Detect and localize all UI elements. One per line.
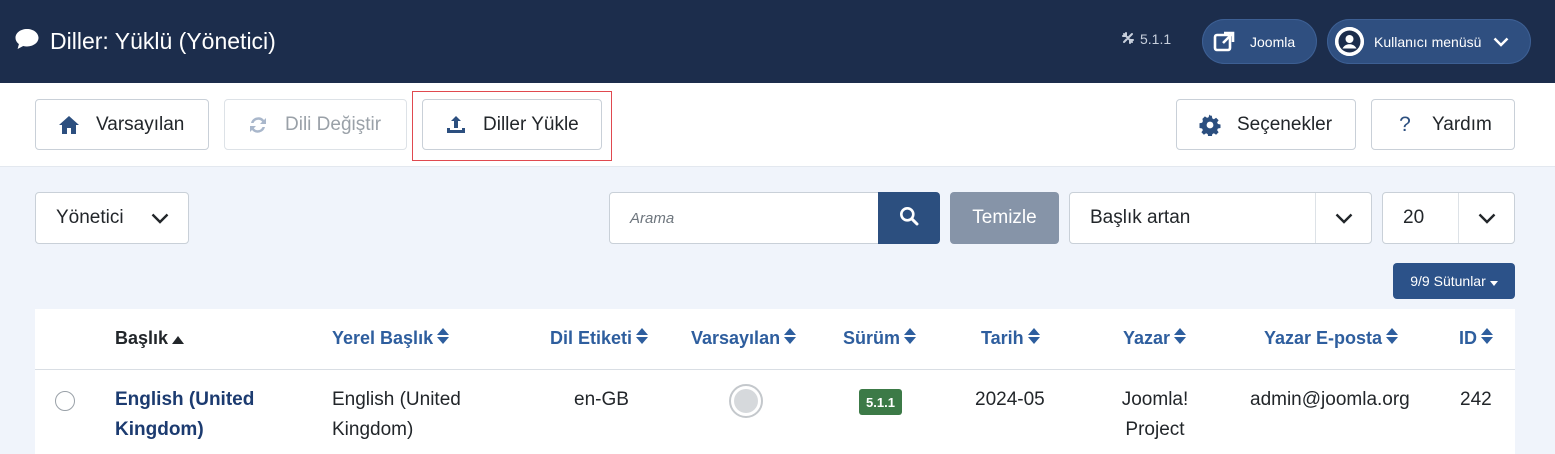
limit-select-value: 20 <box>1403 207 1425 228</box>
install-languages-label: Diller Yükle <box>483 113 579 135</box>
column-header-native-title[interactable]: Yerel Başlık <box>332 328 450 349</box>
column-header-default[interactable]: Varsayılan <box>691 328 797 349</box>
options-button[interactable]: Seçenekler <box>1176 99 1356 150</box>
chevron-down-icon <box>1315 193 1371 243</box>
external-link-icon <box>1212 30 1236 54</box>
language-tag-cell: en-GB <box>574 389 629 410</box>
toolbar: Varsayılan Dili Değiştir Diller Yükle Se… <box>0 83 1555 167</box>
author-line: Joomla! <box>1121 389 1189 410</box>
help-button[interactable]: ? Yardım <box>1371 99 1515 150</box>
sort-icon <box>437 328 450 349</box>
columns-toggle-label: 9/9 Sütunlar <box>1410 273 1486 289</box>
sort-select-value: Başlık artan <box>1090 207 1191 228</box>
app-header: Diller: Yüklü (Yönetici) 5.1.1 Joomla Ku… <box>0 0 1555 83</box>
language-title-line: Kingdom) <box>115 419 204 440</box>
version-number: 5.1.1 <box>1140 31 1172 47</box>
column-header-label: Başlık <box>115 328 169 348</box>
client-select-value: Yönetici <box>56 207 124 228</box>
version-info: 5.1.1 <box>1122 31 1171 47</box>
sort-asc-icon <box>172 328 185 349</box>
language-title-line: English (United <box>115 389 255 410</box>
author-cell: Joomla! Project <box>1120 385 1190 445</box>
native-title-line: English (United <box>332 389 461 410</box>
client-select[interactable]: Yönetici <box>35 192 189 244</box>
page-title-wrap: Diller: Yüklü (Yönetici) <box>14 0 276 83</box>
author-email-cell: admin@joomla.org <box>1250 389 1410 410</box>
date-cell: 2024-05 <box>975 389 1045 410</box>
switch-language-label: Dili Değiştir <box>285 113 382 135</box>
set-default-button[interactable]: Varsayılan <box>35 99 209 150</box>
install-languages-button[interactable]: Diller Yükle <box>422 99 602 150</box>
column-header-label: Yazar E-posta <box>1264 328 1383 348</box>
sort-icon <box>636 328 649 349</box>
native-title-line: Kingdom) <box>332 419 414 440</box>
column-header-author-email[interactable]: Yazar E-posta <box>1264 328 1399 349</box>
home-icon <box>57 113 81 137</box>
refresh-icon <box>246 113 270 137</box>
column-header-id[interactable]: ID <box>1459 328 1493 349</box>
options-label: Seçenekler <box>1237 113 1333 135</box>
chevron-down-icon <box>1493 37 1509 47</box>
id-cell: 242 <box>1460 389 1492 410</box>
joomla-logo-icon <box>1122 31 1134 47</box>
question-icon: ? <box>1399 112 1411 136</box>
search-input[interactable]: Arama <box>609 192 879 244</box>
clear-button[interactable]: Temizle <box>950 192 1059 244</box>
user-avatar-icon <box>1335 27 1364 56</box>
column-header-label: Sürüm <box>843 328 901 348</box>
version-badge: 5.1.1 <box>859 389 902 415</box>
sort-icon <box>1481 328 1493 349</box>
column-header-title[interactable]: Başlık <box>115 328 185 349</box>
sort-icon <box>1174 328 1187 349</box>
native-title-cell: English (United Kingdom) <box>332 385 461 445</box>
set-default-label: Varsayılan <box>96 113 185 135</box>
sort-icon <box>904 328 917 349</box>
column-header-language-tag[interactable]: Dil Etiketi <box>550 328 649 349</box>
search-icon <box>899 206 919 231</box>
chevron-down-icon <box>132 193 188 243</box>
search-button[interactable] <box>878 192 940 244</box>
columns-toggle-button[interactable]: 9/9 Sütunlar <box>1393 263 1515 299</box>
languages-table: Başlık Yerel Başlık Dil Etiketi Varsayıl… <box>35 309 1515 454</box>
joomla-site-label: Joomla <box>1250 33 1296 50</box>
column-header-label: ID <box>1459 328 1477 348</box>
column-header-label: Varsayılan <box>691 328 781 348</box>
user-menu-label: Kullanıcı menüsü <box>1374 33 1482 50</box>
column-header-date[interactable]: Tarih <box>981 328 1040 349</box>
help-label: Yardım <box>1432 113 1492 135</box>
default-radio-dot <box>734 389 758 413</box>
language-title-link[interactable]: English (United Kingdom) <box>115 385 254 445</box>
sort-icon <box>1386 328 1399 349</box>
upload-icon <box>444 113 468 137</box>
sort-icon <box>784 328 797 349</box>
column-header-label: Tarih <box>981 328 1024 348</box>
clear-label: Temizle <box>972 207 1037 228</box>
sort-icon <box>1027 328 1040 349</box>
column-header-author[interactable]: Yazar <box>1123 328 1187 349</box>
switch-language-button[interactable]: Dili Değiştir <box>224 99 407 150</box>
column-header-label: Dil Etiketi <box>550 328 633 348</box>
column-header-label: Yerel Başlık <box>332 328 434 348</box>
user-menu-button[interactable]: Kullanıcı menüsü <box>1327 19 1531 64</box>
row-select-radio[interactable] <box>55 391 75 411</box>
joomla-site-button[interactable]: Joomla <box>1202 19 1317 64</box>
page-title: Diller: Yüklü (Yönetici) <box>50 28 276 54</box>
sort-select[interactable]: Başlık artan <box>1069 192 1372 244</box>
column-header-label: Yazar <box>1123 328 1171 348</box>
chevron-down-icon <box>1458 193 1514 243</box>
gear-icon <box>1198 113 1222 137</box>
column-header-version[interactable]: Sürüm <box>843 328 917 349</box>
search-placeholder: Arama <box>630 209 675 227</box>
author-line: Project <box>1125 419 1185 440</box>
caret-down-icon <box>1489 273 1498 289</box>
table-header: Başlık Yerel Başlık Dil Etiketi Varsayıl… <box>35 309 1515 370</box>
comment-icon <box>14 27 40 56</box>
default-language-radio[interactable] <box>729 384 763 418</box>
limit-select[interactable]: 20 <box>1382 192 1515 244</box>
